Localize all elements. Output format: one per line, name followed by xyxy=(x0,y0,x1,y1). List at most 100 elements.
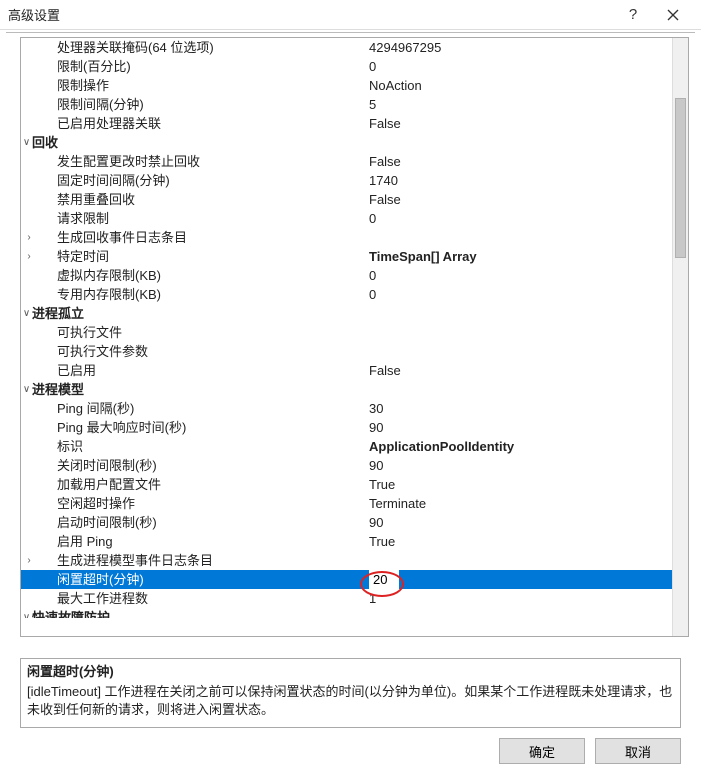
property-row[interactable]: 虚拟内存限制(KB)0 xyxy=(21,266,672,285)
property-row[interactable]: 启用 PingTrue xyxy=(21,532,672,551)
chevron-right-icon[interactable]: › xyxy=(21,228,37,247)
caret-spacer xyxy=(21,418,37,437)
caret-spacer xyxy=(21,266,37,285)
property-label: 限制操作 xyxy=(57,76,367,95)
caret-spacer xyxy=(21,399,37,418)
property-row[interactable]: 限制(百分比)0 xyxy=(21,57,672,76)
chevron-down-icon[interactable]: ∨ xyxy=(21,380,32,399)
indent-spacer xyxy=(37,209,57,228)
property-grid-wrap: 处理器关联掩码(64 位选项)4294967295限制(百分比)0限制操作NoA… xyxy=(20,37,689,637)
indent-spacer xyxy=(37,361,57,380)
property-row[interactable]: 闲置超时(分钟)20 xyxy=(21,570,672,589)
chevron-down-icon[interactable]: ∨ xyxy=(21,133,32,152)
indent-spacer xyxy=(37,437,57,456)
scrollbar-vertical[interactable] xyxy=(672,38,688,636)
property-row[interactable]: 最大工作进程数1 xyxy=(21,589,672,608)
property-value: 0 xyxy=(367,285,672,304)
property-row[interactable]: 请求限制0 xyxy=(21,209,672,228)
indent-spacer xyxy=(37,95,57,114)
property-row[interactable]: Ping 最大响应时间(秒)90 xyxy=(21,418,672,437)
property-value: 0 xyxy=(367,57,672,76)
property-value: False xyxy=(367,114,672,133)
property-value: True xyxy=(367,532,672,551)
category-row[interactable]: ∨回收 xyxy=(21,133,672,152)
property-value: False xyxy=(367,361,672,380)
property-label: 进程模型 xyxy=(32,380,672,399)
chevron-right-icon[interactable]: › xyxy=(21,247,37,266)
property-row[interactable]: 标识ApplicationPoolIdentity xyxy=(21,437,672,456)
property-row[interactable]: ›特定时间TimeSpan[] Array xyxy=(21,247,672,266)
property-row[interactable]: 固定时间间隔(分钟)1740 xyxy=(21,171,672,190)
property-label: 已启用处理器关联 xyxy=(57,114,367,133)
help-button[interactable]: ? xyxy=(613,0,653,30)
category-row[interactable]: ∨进程孤立 xyxy=(21,304,672,323)
property-row[interactable]: ›生成回收事件日志条目 xyxy=(21,228,672,247)
property-grid[interactable]: 处理器关联掩码(64 位选项)4294967295限制(百分比)0限制操作NoA… xyxy=(21,38,672,636)
caret-spacer xyxy=(21,437,37,456)
property-label: 处理器关联掩码(64 位选项) xyxy=(57,38,367,57)
property-value xyxy=(367,228,672,247)
property-value[interactable]: 20 xyxy=(367,570,672,589)
caret-spacer xyxy=(21,323,37,342)
property-value: 90 xyxy=(367,456,672,475)
chevron-right-icon[interactable]: › xyxy=(21,551,37,570)
property-value: 90 xyxy=(367,418,672,437)
property-value: Terminate xyxy=(367,494,672,513)
description-title: 闲置超时(分钟) xyxy=(27,663,674,681)
indent-spacer xyxy=(37,418,57,437)
content-area: 处理器关联掩码(64 位选项)4294967295限制(百分比)0限制操作NoA… xyxy=(6,32,695,652)
property-row[interactable]: 已启用False xyxy=(21,361,672,380)
indent-spacer xyxy=(37,475,57,494)
close-button[interactable] xyxy=(653,0,693,30)
caret-spacer xyxy=(21,95,37,114)
property-row[interactable]: 处理器关联掩码(64 位选项)4294967295 xyxy=(21,38,672,57)
property-row[interactable]: 可执行文件参数 xyxy=(21,342,672,361)
chevron-down-icon[interactable]: ∨ xyxy=(21,608,32,618)
property-label: Ping 最大响应时间(秒) xyxy=(57,418,367,437)
indent-spacer xyxy=(37,285,57,304)
indent-spacer xyxy=(37,114,57,133)
caret-spacer xyxy=(21,456,37,475)
indent-spacer xyxy=(37,399,57,418)
indent-spacer xyxy=(37,342,57,361)
chevron-down-icon[interactable]: ∨ xyxy=(21,304,32,323)
indent-spacer xyxy=(37,323,57,342)
description-body: [idleTimeout] 工作进程在关闭之前可以保持闲置状态的时间(以分钟为单… xyxy=(27,683,674,719)
property-value: 0 xyxy=(367,266,672,285)
indent-spacer xyxy=(37,171,57,190)
cancel-button[interactable]: 取消 xyxy=(595,738,681,764)
property-row[interactable]: 限制间隔(分钟)5 xyxy=(21,95,672,114)
indent-spacer xyxy=(37,456,57,475)
indent-spacer xyxy=(37,152,57,171)
ok-button[interactable]: 确定 xyxy=(499,738,585,764)
indent-spacer xyxy=(37,266,57,285)
property-row[interactable]: 限制操作NoAction xyxy=(21,76,672,95)
caret-spacer xyxy=(21,589,37,608)
indent-spacer xyxy=(37,247,57,266)
property-row[interactable]: 禁用重叠回收False xyxy=(21,190,672,209)
property-row[interactable]: 加载用户配置文件True xyxy=(21,475,672,494)
category-row[interactable]: ∨快速故障防护 xyxy=(21,608,672,618)
property-row[interactable]: 已启用处理器关联False xyxy=(21,114,672,133)
property-value-editor[interactable]: 20 xyxy=(369,570,399,589)
property-row[interactable]: ›生成进程模型事件日志条目 xyxy=(21,551,672,570)
property-row[interactable]: 启动时间限制(秒)90 xyxy=(21,513,672,532)
property-row[interactable]: 可执行文件 xyxy=(21,323,672,342)
property-value xyxy=(367,551,672,570)
caret-spacer xyxy=(21,532,37,551)
caret-spacer xyxy=(21,190,37,209)
property-value: False xyxy=(367,190,672,209)
description-panel: 闲置超时(分钟) [idleTimeout] 工作进程在关闭之前可以保持闲置状态… xyxy=(20,658,681,728)
property-row[interactable]: 关闭时间限制(秒)90 xyxy=(21,456,672,475)
category-row[interactable]: ∨进程模型 xyxy=(21,380,672,399)
property-row[interactable]: Ping 间隔(秒)30 xyxy=(21,399,672,418)
property-row[interactable]: 专用内存限制(KB)0 xyxy=(21,285,672,304)
caret-spacer xyxy=(21,494,37,513)
indent-spacer xyxy=(37,513,57,532)
property-row[interactable]: 发生配置更改时禁止回收False xyxy=(21,152,672,171)
scrollbar-thumb[interactable] xyxy=(675,98,686,258)
indent-spacer xyxy=(37,589,57,608)
property-row[interactable]: 空闲超时操作Terminate xyxy=(21,494,672,513)
indent-spacer xyxy=(37,228,57,247)
property-label: 可执行文件参数 xyxy=(57,342,367,361)
